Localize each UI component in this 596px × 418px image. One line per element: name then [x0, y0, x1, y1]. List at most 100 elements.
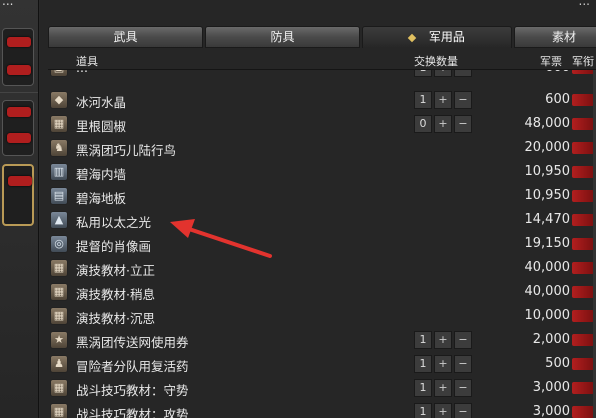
- list-item[interactable]: ◆ 冰河水晶 1 + − 600: [48, 88, 596, 112]
- manual-icon: ▦: [50, 403, 68, 418]
- list-item[interactable]: ◎ 提督的肖像画 19,150: [48, 232, 596, 256]
- list-item[interactable]: ♞ 黑涡团巧儿陆行鸟 20,000: [48, 136, 596, 160]
- quantity-value[interactable]: 0: [414, 115, 432, 133]
- grand-company-seal-icon: [572, 310, 594, 322]
- item-name: 黑涡团巧儿陆行鸟: [76, 143, 177, 158]
- ticket-icon: ★: [50, 331, 68, 349]
- decrement-button[interactable]: −: [454, 70, 472, 77]
- tab-materials[interactable]: 素材: [514, 26, 596, 48]
- list-item[interactable]: ▦ 里根圆椒 0 + − 48,000: [48, 112, 596, 136]
- grand-company-seal-icon: [572, 70, 594, 74]
- tab-weapons[interactable]: 武具: [48, 26, 203, 48]
- item-price: 10,950: [524, 164, 571, 179]
- increment-button[interactable]: +: [434, 403, 452, 418]
- grand-company-seal-icon: [572, 238, 594, 250]
- column-seals: 军票: [540, 55, 562, 68]
- item-price: 10,000: [524, 308, 571, 323]
- sidebar-card-2[interactable]: [2, 100, 34, 156]
- grand-company-seal-icon: [7, 37, 31, 47]
- portrait-icon: ◎: [50, 235, 68, 253]
- list-item[interactable]: ▥ 碧海内墙 10,950: [48, 160, 596, 184]
- item-price: 48,000: [524, 116, 571, 131]
- grand-company-seal-icon: [572, 118, 594, 130]
- list-item[interactable]: ▦ 战斗技巧教材：守势 1 + − 3,000: [48, 376, 596, 400]
- manual-icon: ▦: [50, 379, 68, 397]
- item-price: 600: [545, 92, 570, 107]
- grand-company-seal-icon: [7, 65, 31, 75]
- increment-button[interactable]: +: [434, 331, 452, 349]
- item-price: 600: [545, 70, 570, 75]
- column-item: 道具: [76, 55, 98, 68]
- list-item[interactable]: ▤ 碧海地板 10,950: [48, 184, 596, 208]
- list-item[interactable]: ▲ 私用以太之光 14,470: [48, 208, 596, 232]
- increment-button[interactable]: +: [434, 379, 452, 397]
- item-price: 40,000: [524, 284, 571, 299]
- corner-label: ...: [578, 0, 590, 8]
- quantity-value[interactable]: 1: [414, 403, 432, 418]
- tab-active-icon: [407, 33, 417, 42]
- aetheryte-icon: ▲: [50, 211, 68, 229]
- item-price: 3,000: [532, 380, 570, 395]
- quantity-value[interactable]: 1: [414, 70, 432, 77]
- grand-company-seal-icon: [572, 286, 594, 298]
- grand-company-seal-icon: [572, 142, 594, 154]
- grand-company-seal-icon: [572, 334, 594, 346]
- grand-company-seal-icon: [572, 262, 594, 274]
- increment-button[interactable]: +: [434, 355, 452, 373]
- list-item[interactable]: ▦ 演技教材·稍息 40,000: [48, 280, 596, 304]
- item-name: 私用以太之光: [76, 215, 152, 230]
- quantity-value[interactable]: 1: [414, 91, 432, 109]
- potion-icon: ♟: [50, 355, 68, 373]
- crystal-icon: ◆: [50, 91, 68, 109]
- list-item[interactable]: ▦ 战斗技巧教材：攻势 1 + − 3,000: [48, 400, 596, 418]
- item-name: 碧海地板: [76, 191, 127, 206]
- list-item[interactable]: ♟ 冒险者分队用复活药 1 + − 500: [48, 352, 596, 376]
- item-name: 黑涡团传送网使用券: [76, 335, 189, 350]
- grand-company-seal-icon: [572, 166, 594, 178]
- tab-supplies[interactable]: 军用品: [362, 26, 512, 48]
- grand-company-seal-icon: [572, 214, 594, 226]
- quantity-value[interactable]: 1: [414, 379, 432, 397]
- book-icon: ▦: [50, 283, 68, 301]
- item-price: 2,000: [532, 332, 570, 347]
- item-price: 14,470: [524, 212, 571, 227]
- wall-icon: ▥: [50, 163, 68, 181]
- increment-button[interactable]: +: [434, 70, 452, 77]
- quantity-value[interactable]: 1: [414, 331, 432, 349]
- grand-company-seal-icon: [572, 190, 594, 202]
- item-icon: ▣: [50, 70, 68, 77]
- increment-button[interactable]: +: [434, 91, 452, 109]
- item-price: 500: [545, 356, 570, 371]
- list-item[interactable]: ★ 黑涡团传送网使用券 1 + − 2,000: [48, 328, 596, 352]
- grand-company-seal-icon: [7, 107, 31, 117]
- left-sidebar: ...: [0, 0, 39, 418]
- tab-label: 素材: [551, 30, 576, 44]
- decrement-button[interactable]: −: [454, 331, 472, 349]
- item-price: 20,000: [524, 140, 571, 155]
- decrement-button[interactable]: −: [454, 115, 472, 133]
- decrement-button[interactable]: −: [454, 403, 472, 418]
- quantity-value[interactable]: 1: [414, 355, 432, 373]
- column-rank: 军衔: [572, 55, 594, 68]
- decrement-button[interactable]: −: [454, 355, 472, 373]
- grand-company-seal-icon: [572, 382, 594, 394]
- item-name: 里根圆椒: [76, 119, 127, 134]
- grand-company-seal-icon: [572, 94, 594, 106]
- decrement-button[interactable]: −: [454, 91, 472, 109]
- floor-icon: ▤: [50, 187, 68, 205]
- tab-armor[interactable]: 防具: [205, 26, 360, 48]
- window-title: ...: [2, 0, 14, 8]
- item-name: 碧海内墙: [76, 167, 127, 182]
- column-exchange-qty: 交换数量: [414, 55, 458, 68]
- sidebar-card-selected[interactable]: [2, 164, 34, 226]
- increment-button[interactable]: +: [434, 115, 452, 133]
- list-item[interactable]: ▣ ... 1 + − 600: [48, 70, 596, 80]
- item-price: 10,950: [524, 188, 571, 203]
- item-price: 40,000: [524, 260, 571, 275]
- item-name: 冰河水晶: [76, 95, 127, 110]
- list-item[interactable]: ▦ 演技教材·立正 40,000: [48, 256, 596, 280]
- sidebar-card-1[interactable]: [2, 28, 34, 86]
- decrement-button[interactable]: −: [454, 379, 472, 397]
- grand-company-seal-icon: [572, 358, 594, 370]
- list-item[interactable]: ▦ 演技教材·沉思 10,000: [48, 304, 596, 328]
